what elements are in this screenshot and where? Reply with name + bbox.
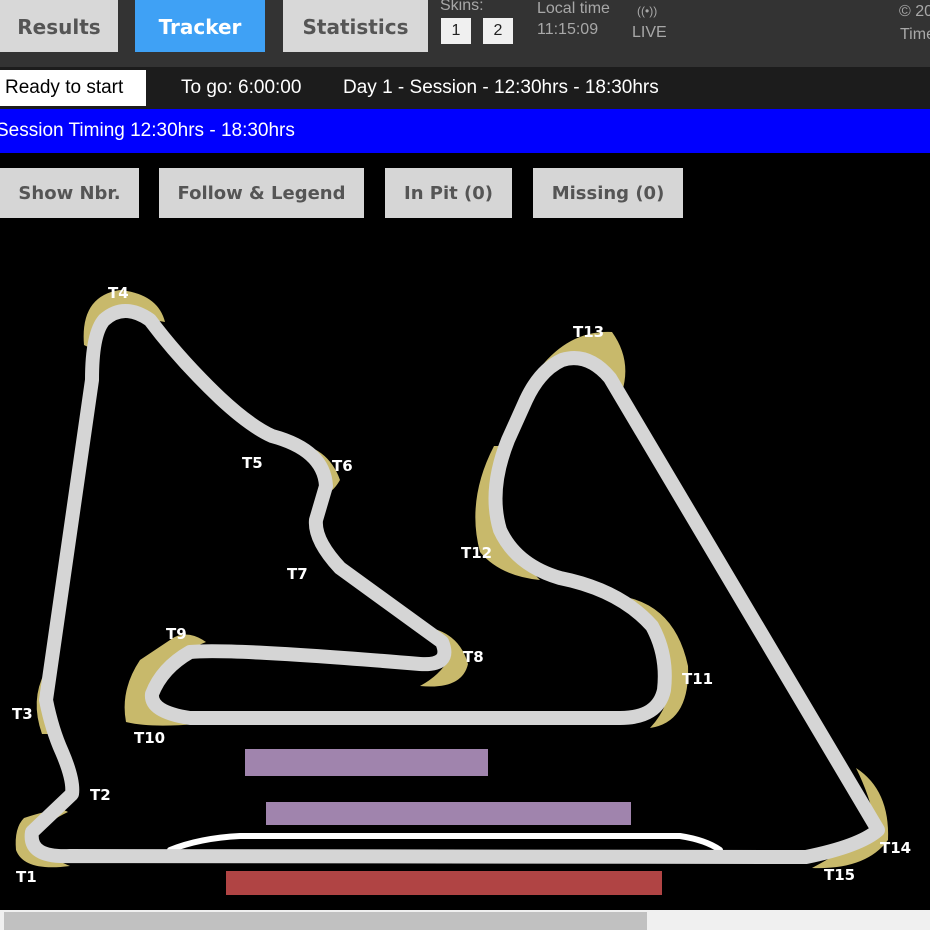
marker-bar-purple-2	[266, 802, 631, 825]
turn-label-t2: T2	[90, 786, 111, 804]
turn-label-t6: T6	[332, 457, 353, 475]
turn-label-t1: T1	[16, 868, 37, 886]
scrollbar-thumb[interactable]	[4, 912, 647, 930]
turn-label-t12: T12	[461, 544, 492, 562]
turn-label-t11: T11	[682, 670, 713, 688]
turn-label-t7: T7	[287, 565, 308, 583]
turn-label-t4: T4	[108, 284, 129, 302]
turn-label-t5: T5	[242, 454, 263, 472]
turn-label-t14: T14	[880, 839, 911, 857]
marker-bar-red	[226, 871, 662, 895]
pit-lane	[167, 833, 723, 853]
turn-label-t15: T15	[824, 866, 855, 884]
kerbs	[15, 290, 889, 869]
turn-label-t13: T13	[573, 323, 604, 341]
track-map: T1 T2 T3 T4 T5 T6 T7 T8 T9 T10 T11 T12 T…	[12, 284, 911, 895]
turn-label-t8: T8	[463, 648, 484, 666]
marker-bar-purple-1	[245, 749, 488, 776]
turn-label-t9: T9	[166, 625, 187, 643]
turn-label-t3: T3	[12, 705, 33, 723]
turn-labels: T1 T2 T3 T4 T5 T6 T7 T8 T9 T10 T11 T12 T…	[12, 284, 911, 886]
turn-label-t10: T10	[134, 729, 165, 747]
